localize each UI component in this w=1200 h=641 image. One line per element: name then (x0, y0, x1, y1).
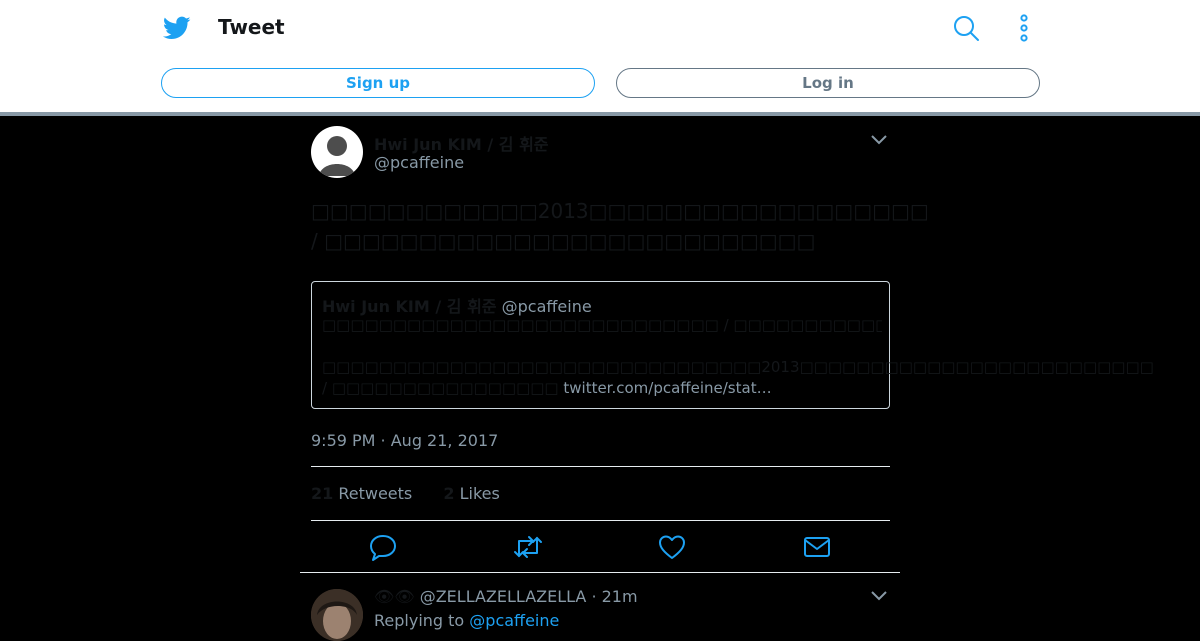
tweet-stats: 21 Retweets 2 Likes (311, 484, 500, 503)
likes-stat[interactable]: 2 Likes (443, 484, 499, 503)
quoted-tweet-text-line: □□□□□□□□□□□□□□□□□□□□□□□□□□□□ / □□□□□□□□□… (322, 316, 882, 334)
reply-display-name[interactable]: 👁👁 (374, 587, 415, 606)
log-in-button[interactable]: Log in (616, 68, 1040, 98)
retweet-icon[interactable] (513, 532, 543, 562)
quoted-tweet-header: Hwi Jun KIM / 김 휘준 @pcaffeine (322, 293, 592, 317)
likes-count: 2 (443, 484, 455, 503)
quoted-author-name: Hwi Jun KIM / 김 휘준 (322, 297, 497, 316)
retweets-label: Retweets (338, 484, 413, 503)
reply-author-handle[interactable]: @ZELLAZELLAZELLA (420, 587, 587, 606)
reply-time[interactable]: · 21m (591, 587, 637, 606)
retweets-count: 21 (311, 484, 334, 503)
top-bar: Tweet Sign up Log in (0, 0, 1200, 112)
retweets-stat[interactable]: 21 Retweets (311, 484, 412, 503)
header-divider (0, 112, 1200, 116)
divider (311, 520, 890, 521)
tweet-text: □□□□□□□□□□□□2013□□□□□□□□□□□□□□□□□□ / □□□… (311, 199, 929, 253)
author-avatar[interactable] (311, 126, 363, 178)
twitter-logo-icon[interactable] (163, 14, 191, 42)
author-name[interactable]: Hwi Jun KIM / 김 휘준 (374, 131, 549, 155)
author-handle[interactable]: @pcaffeine (374, 153, 464, 172)
quoted-author-handle: @pcaffeine (501, 297, 592, 316)
chevron-down-icon[interactable] (870, 590, 888, 602)
replying-to-handle-link[interactable]: @pcaffeine (469, 611, 559, 630)
quoted-tweet-link[interactable]: twitter.com/pcaffeine/stat… (563, 379, 771, 397)
reply-icon[interactable] (368, 532, 398, 562)
quoted-tweet[interactable]: Hwi Jun KIM / 김 휘준 @pcaffeine □□□□□□□□□□… (311, 281, 1154, 409)
default-avatar-icon (319, 136, 355, 176)
reply-avatar-image (311, 589, 363, 641)
direct-message-icon[interactable] (802, 532, 832, 562)
divider (311, 466, 890, 467)
tweet-timestamp[interactable]: 9:59 PM · Aug 21, 2017 (311, 431, 498, 450)
reply-author-avatar[interactable] (311, 589, 363, 641)
sign-up-button[interactable]: Sign up (161, 68, 595, 98)
reply-header: 👁👁 @ZELLAZELLAZELLA · 21m (374, 587, 638, 606)
replying-to-label: Replying to (374, 611, 465, 630)
quoted-tweet-body: □□□□□□□□□□□□□□□□□□□□□□□□□□□□□□□2013□□□□□… (322, 357, 1154, 399)
search-icon[interactable] (952, 14, 980, 42)
replying-to: Replying to @pcaffeine (374, 611, 559, 630)
chevron-down-icon[interactable] (870, 134, 888, 146)
page-title: Tweet (218, 15, 285, 39)
divider (300, 572, 900, 573)
likes-label: Likes (459, 484, 500, 503)
more-options-icon[interactable] (1012, 14, 1036, 42)
like-heart-icon[interactable] (657, 532, 687, 562)
